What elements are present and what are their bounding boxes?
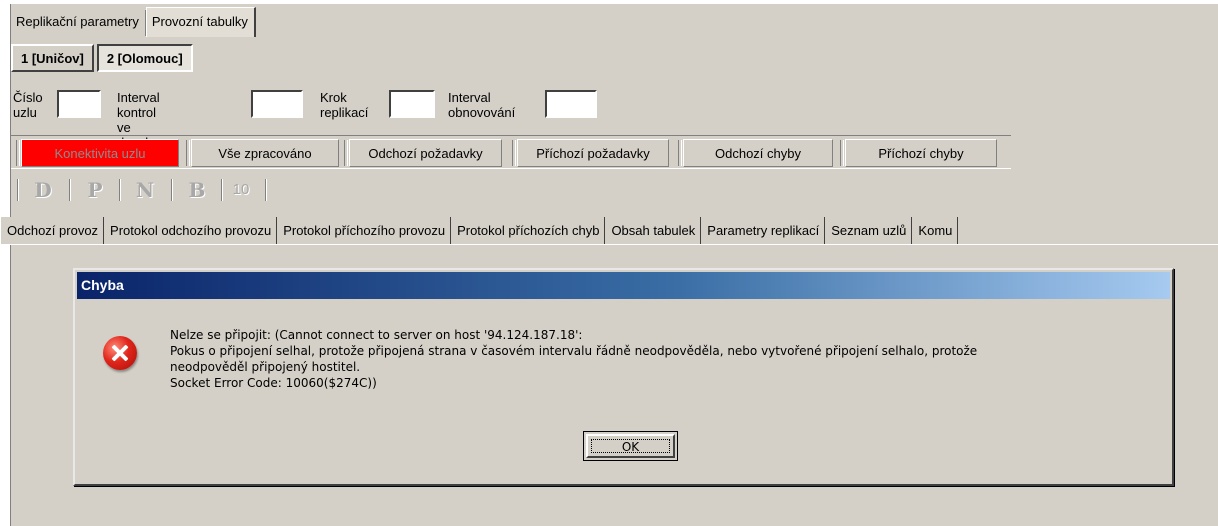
nav-prev-button[interactable]: P [77,177,113,203]
top-tabs: Replikační parametry Provozní tabulky [11,7,256,37]
app-window: Replikační parametry Provozní tabulky 1 … [1,4,1218,526]
message-line: Nelze se připojit: (Cannot connect to se… [170,328,583,342]
error-icon [103,336,137,370]
toolbar-separator [17,179,19,201]
dialog-message: Nelze se připojit: (Cannot connect to se… [170,327,1160,391]
connectivity-button[interactable]: Konektivita uzlu [16,139,179,167]
ok-button[interactable]: OK [583,431,678,461]
tab-replication-params[interactable]: Replikační parametry [11,10,146,36]
toolbar-separator [171,179,173,201]
incoming-errors-button[interactable]: Příchozí chyby [840,139,997,167]
outgoing-requests-button[interactable]: Odchozí požadavky [344,139,502,167]
replication-step-input[interactable] [389,90,435,118]
toolbar-separator [265,179,267,201]
navigation-toolbar: D P N B 10 [11,173,281,207]
all-processed-button[interactable]: Vše zpracováno [186,139,339,167]
toolbar-separator [119,179,121,201]
outgoing-errors-button[interactable]: Odchozí chyby [678,139,833,167]
check-interval-input[interactable] [251,90,303,118]
incoming-requests-button[interactable]: Příchozí požadavky [512,139,669,167]
bottom-tabs: Odchozí provoz Protokol odchozího provoz… [1,217,1218,245]
tab-incoming-errors-log[interactable]: Protokol příchozích chyb [451,217,606,244]
tab-outgoing-traffic[interactable]: Odchozí provoz [1,217,105,244]
nav-last-button[interactable]: B [179,177,215,203]
tab-outgoing-traffic-log[interactable]: Protokol odchozího provozu [104,217,278,244]
tab-replication-parameters[interactable]: Parametry replikací [701,217,826,244]
node-number-label: Číslo uzlu [13,90,43,120]
message-line: Socket Error Code: 10060($274C)) [170,376,377,390]
nav-first-button[interactable]: D [25,177,61,203]
tab-table-contents[interactable]: Obsah tabulek [605,217,702,244]
refresh-interval-input[interactable] [545,90,597,118]
message-line: neodpověděl připojený hostitel. [170,360,361,374]
node-button-unicov[interactable]: 1 [Uničov] [11,44,94,72]
node-selector: 1 [Uničov] 2 [Olomouc] [11,44,193,72]
nav-count-button[interactable]: 10 [223,177,259,203]
ok-button-label: OK [586,434,675,458]
node-number-input[interactable] [57,90,101,118]
tab-operational-tables[interactable]: Provozní tabulky [145,7,256,37]
tab-node-list[interactable]: Seznam uzlů [825,217,913,244]
replication-step-label: Krok replikací [320,90,369,120]
state-toolbar: Konektivita uzlu Vše zpracováno Odchozí … [11,135,1011,169]
toolbar-separator [69,179,71,201]
nav-next-button[interactable]: N [127,177,163,203]
tab-recipient[interactable]: Komu [912,217,959,244]
error-dialog: Chyba Nelze se připojit: (Cannot connect… [73,268,1174,486]
node-button-olomouc[interactable]: 2 [Olomouc] [96,44,193,72]
refresh-interval-label: Interval obnovování [448,90,516,120]
message-line: Pokus o připojení selhal, protože připoj… [170,344,978,358]
tab-incoming-traffic-log[interactable]: Protokol příchozího provozu [277,217,452,244]
dialog-title: Chyba [77,272,1170,299]
